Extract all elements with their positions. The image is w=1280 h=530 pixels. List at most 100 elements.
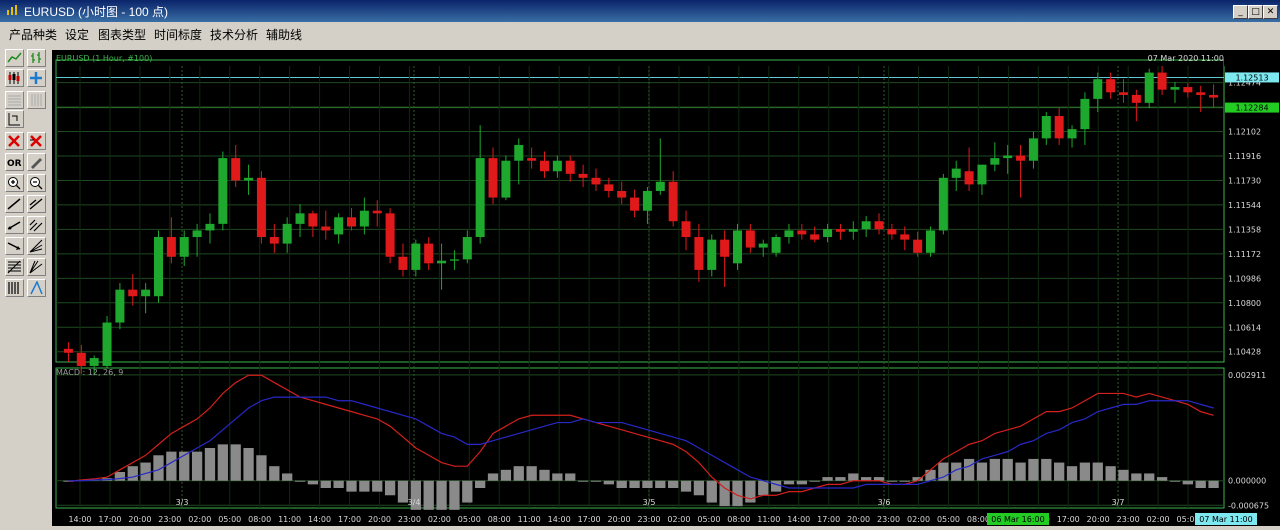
macd-histogram-bar (462, 480, 473, 503)
trendline-icon[interactable] (5, 195, 24, 213)
cycle-lines-icon[interactable] (5, 279, 24, 297)
time-tick-label: 11:00 (757, 515, 780, 524)
time-tick-label: 02:00 (428, 515, 451, 524)
menu-settings[interactable]: 设定 (65, 26, 89, 43)
macd-tick-label: 0.000000 (1228, 477, 1266, 486)
time-tick-label: 02:00 (188, 515, 211, 524)
time-tick-label: 23:00 (637, 515, 660, 524)
macd-histogram-bar (1208, 480, 1219, 488)
candle-body (655, 181, 665, 191)
candle-body (823, 229, 833, 238)
current-price-text: 1.12284 (1235, 104, 1268, 113)
time-tick-label: 17:00 (98, 515, 121, 524)
grid-icon[interactable] (5, 91, 24, 109)
fibonacci-icon[interactable] (5, 258, 24, 276)
macd-histogram-bar (963, 458, 975, 481)
candle-body (269, 237, 279, 244)
macd-histogram-bar (1054, 462, 1065, 481)
drawing-toolbar: ORE (0, 46, 50, 526)
candle-body (462, 237, 472, 260)
price-chart[interactable]: EURUSD (1 Hour, #100) 07 Mar 2020 11:00 … (52, 50, 1280, 526)
candle-body (256, 177, 266, 238)
macd-histogram-bar (269, 466, 280, 481)
candle-body (398, 256, 408, 270)
macd-histogram-bar (294, 480, 306, 482)
candle-body (179, 237, 189, 257)
time-tick-label: 05:00 (218, 515, 241, 524)
macd-histogram-bar (333, 480, 344, 488)
macd-histogram-bar (166, 451, 177, 481)
candlestick-icon[interactable] (5, 69, 24, 87)
menu-time-scale[interactable]: 时间标度 (154, 26, 202, 43)
candle-body (282, 223, 292, 244)
candle-body (1080, 98, 1090, 130)
ray-icon[interactable] (5, 216, 24, 234)
menu-instrument[interactable]: 产品种类 (9, 26, 57, 43)
menu-chart-type[interactable]: 图表类型 (98, 26, 146, 43)
macd-histogram-bar (359, 480, 370, 492)
andrews-icon[interactable] (27, 279, 46, 297)
candle-body (1131, 94, 1141, 103)
minimize-button[interactable]: _ (1233, 5, 1248, 19)
macd-histogram-bar (423, 480, 434, 510)
pencil-icon[interactable] (27, 153, 46, 171)
candle-body (449, 259, 459, 261)
macd-histogram-bar (577, 480, 589, 482)
channel-icon[interactable] (27, 195, 46, 213)
window-titlebar: EURUSD (小时图 - 100 点) _ □ ✕ (0, 0, 1280, 22)
price-tick-label: 1.11916 (1228, 152, 1261, 161)
zoom-out-icon[interactable] (27, 174, 46, 192)
candle-body (1157, 72, 1167, 90)
menu-drawing-tools[interactable]: 辅助线 (266, 26, 302, 43)
candle-body (231, 158, 241, 181)
bar-chart-icon[interactable] (27, 49, 46, 67)
candle-body (359, 210, 369, 227)
chart-area[interactable]: EURUSD (1 Hour, #100) 07 Mar 2020 11:00 … (52, 50, 1280, 526)
macd-histogram-bar (1156, 477, 1168, 481)
crosshair-icon[interactable] (27, 69, 46, 87)
candle-body (642, 190, 652, 211)
arrow-line-icon[interactable] (5, 237, 24, 255)
time-tick-label: 17:00 (578, 515, 601, 524)
candle-body (244, 177, 254, 181)
cursor-icon[interactable] (5, 110, 24, 128)
macd-histogram-bar (1092, 462, 1103, 481)
zoom-in-icon[interactable] (5, 174, 24, 192)
candle-body (1209, 94, 1219, 98)
candle-body (990, 158, 1000, 165)
maximize-button[interactable]: □ (1248, 5, 1263, 19)
gann-icon[interactable] (27, 258, 46, 276)
candle-body (630, 197, 640, 211)
candle-body (925, 230, 936, 253)
candle-body (527, 158, 537, 161)
candle-body (913, 239, 923, 253)
fan-icon[interactable] (27, 237, 46, 255)
macd-histogram-bar (629, 480, 640, 488)
text-icon[interactable]: ORE (5, 153, 24, 171)
macd-histogram-bar (590, 480, 602, 482)
menu-bar: 产品种类 设定 图表类型 时间标度 技术分析 辅助线 (0, 22, 1280, 44)
price-tick-label: 1.10800 (1228, 299, 1261, 308)
time-tick-label: 08:00 (488, 515, 511, 524)
macd-histogram-bar (1144, 473, 1155, 481)
macd-histogram-bar (256, 455, 267, 481)
price-tick-label: 1.11730 (1228, 176, 1261, 185)
grid-small-icon[interactable] (27, 91, 46, 109)
line-chart-icon[interactable] (5, 49, 24, 67)
candle-body (745, 230, 755, 248)
delete-icon[interactable] (5, 132, 24, 150)
candle-body (346, 217, 357, 227)
time-tick-label: 17:00 (817, 515, 840, 524)
close-button[interactable]: ✕ (1263, 5, 1278, 19)
candle-body (977, 164, 987, 185)
candle-body (964, 171, 974, 185)
macd-histogram-bar (1066, 466, 1078, 481)
menu-technical-analysis[interactable]: 技术分析 (210, 26, 258, 43)
delete-all-icon[interactable] (27, 132, 46, 150)
macd-histogram-bar (436, 480, 447, 510)
parallel-icon[interactable] (27, 216, 46, 234)
candle-body (1106, 79, 1116, 93)
macd-histogram-bar (1002, 458, 1013, 481)
candle-body (89, 358, 99, 366)
candle-body (720, 239, 730, 257)
